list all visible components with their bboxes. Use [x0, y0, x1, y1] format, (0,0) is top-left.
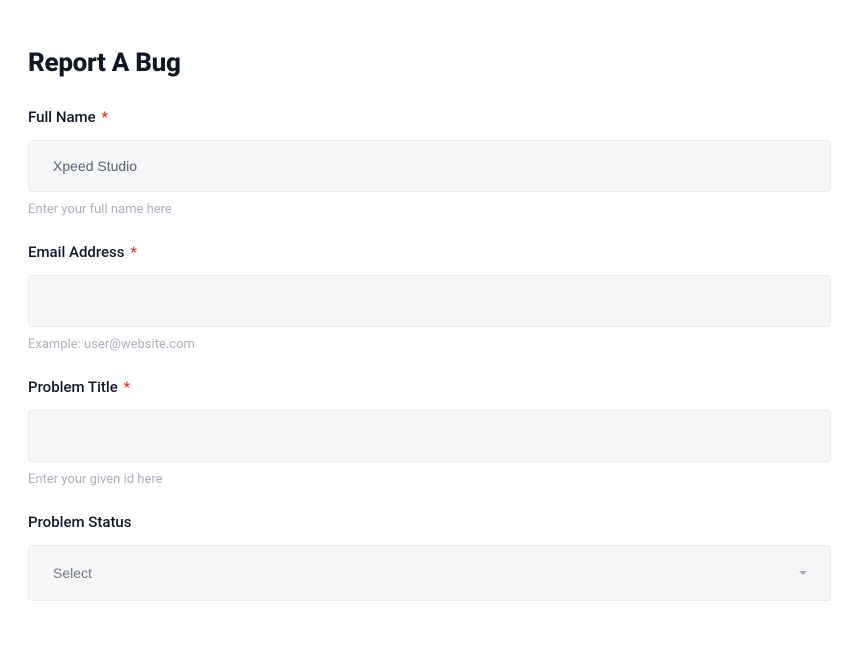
required-mark-icon: * — [101, 108, 108, 126]
full-name-input[interactable] — [28, 140, 831, 192]
email-label: Email Address * — [28, 243, 831, 261]
problem-status-label: Problem Status — [28, 513, 831, 531]
email-label-text: Email Address — [28, 243, 125, 261]
required-mark-icon: * — [130, 243, 137, 261]
problem-status-select-wrapper: Select — [28, 545, 831, 601]
full-name-group: Full Name * Enter your full name here — [28, 108, 831, 217]
problem-status-label-text: Problem Status — [28, 513, 132, 531]
full-name-label-text: Full Name — [28, 108, 96, 126]
full-name-label: Full Name * — [28, 108, 831, 126]
full-name-help: Enter your full name here — [28, 202, 831, 217]
page-title: Report A Bug — [28, 48, 831, 78]
problem-status-select[interactable]: Select — [28, 545, 831, 601]
problem-title-group: Problem Title * Enter your given id here — [28, 378, 831, 487]
problem-title-label: Problem Title * — [28, 378, 831, 396]
email-field[interactable] — [28, 275, 831, 327]
problem-status-group: Problem Status Select — [28, 513, 831, 601]
problem-title-help: Enter your given id here — [28, 472, 831, 487]
problem-title-input[interactable] — [28, 410, 831, 462]
email-group: Email Address * Example: user@website.co… — [28, 243, 831, 352]
required-mark-icon: * — [123, 378, 130, 396]
problem-title-label-text: Problem Title — [28, 378, 118, 396]
email-help: Example: user@website.com — [28, 337, 831, 352]
